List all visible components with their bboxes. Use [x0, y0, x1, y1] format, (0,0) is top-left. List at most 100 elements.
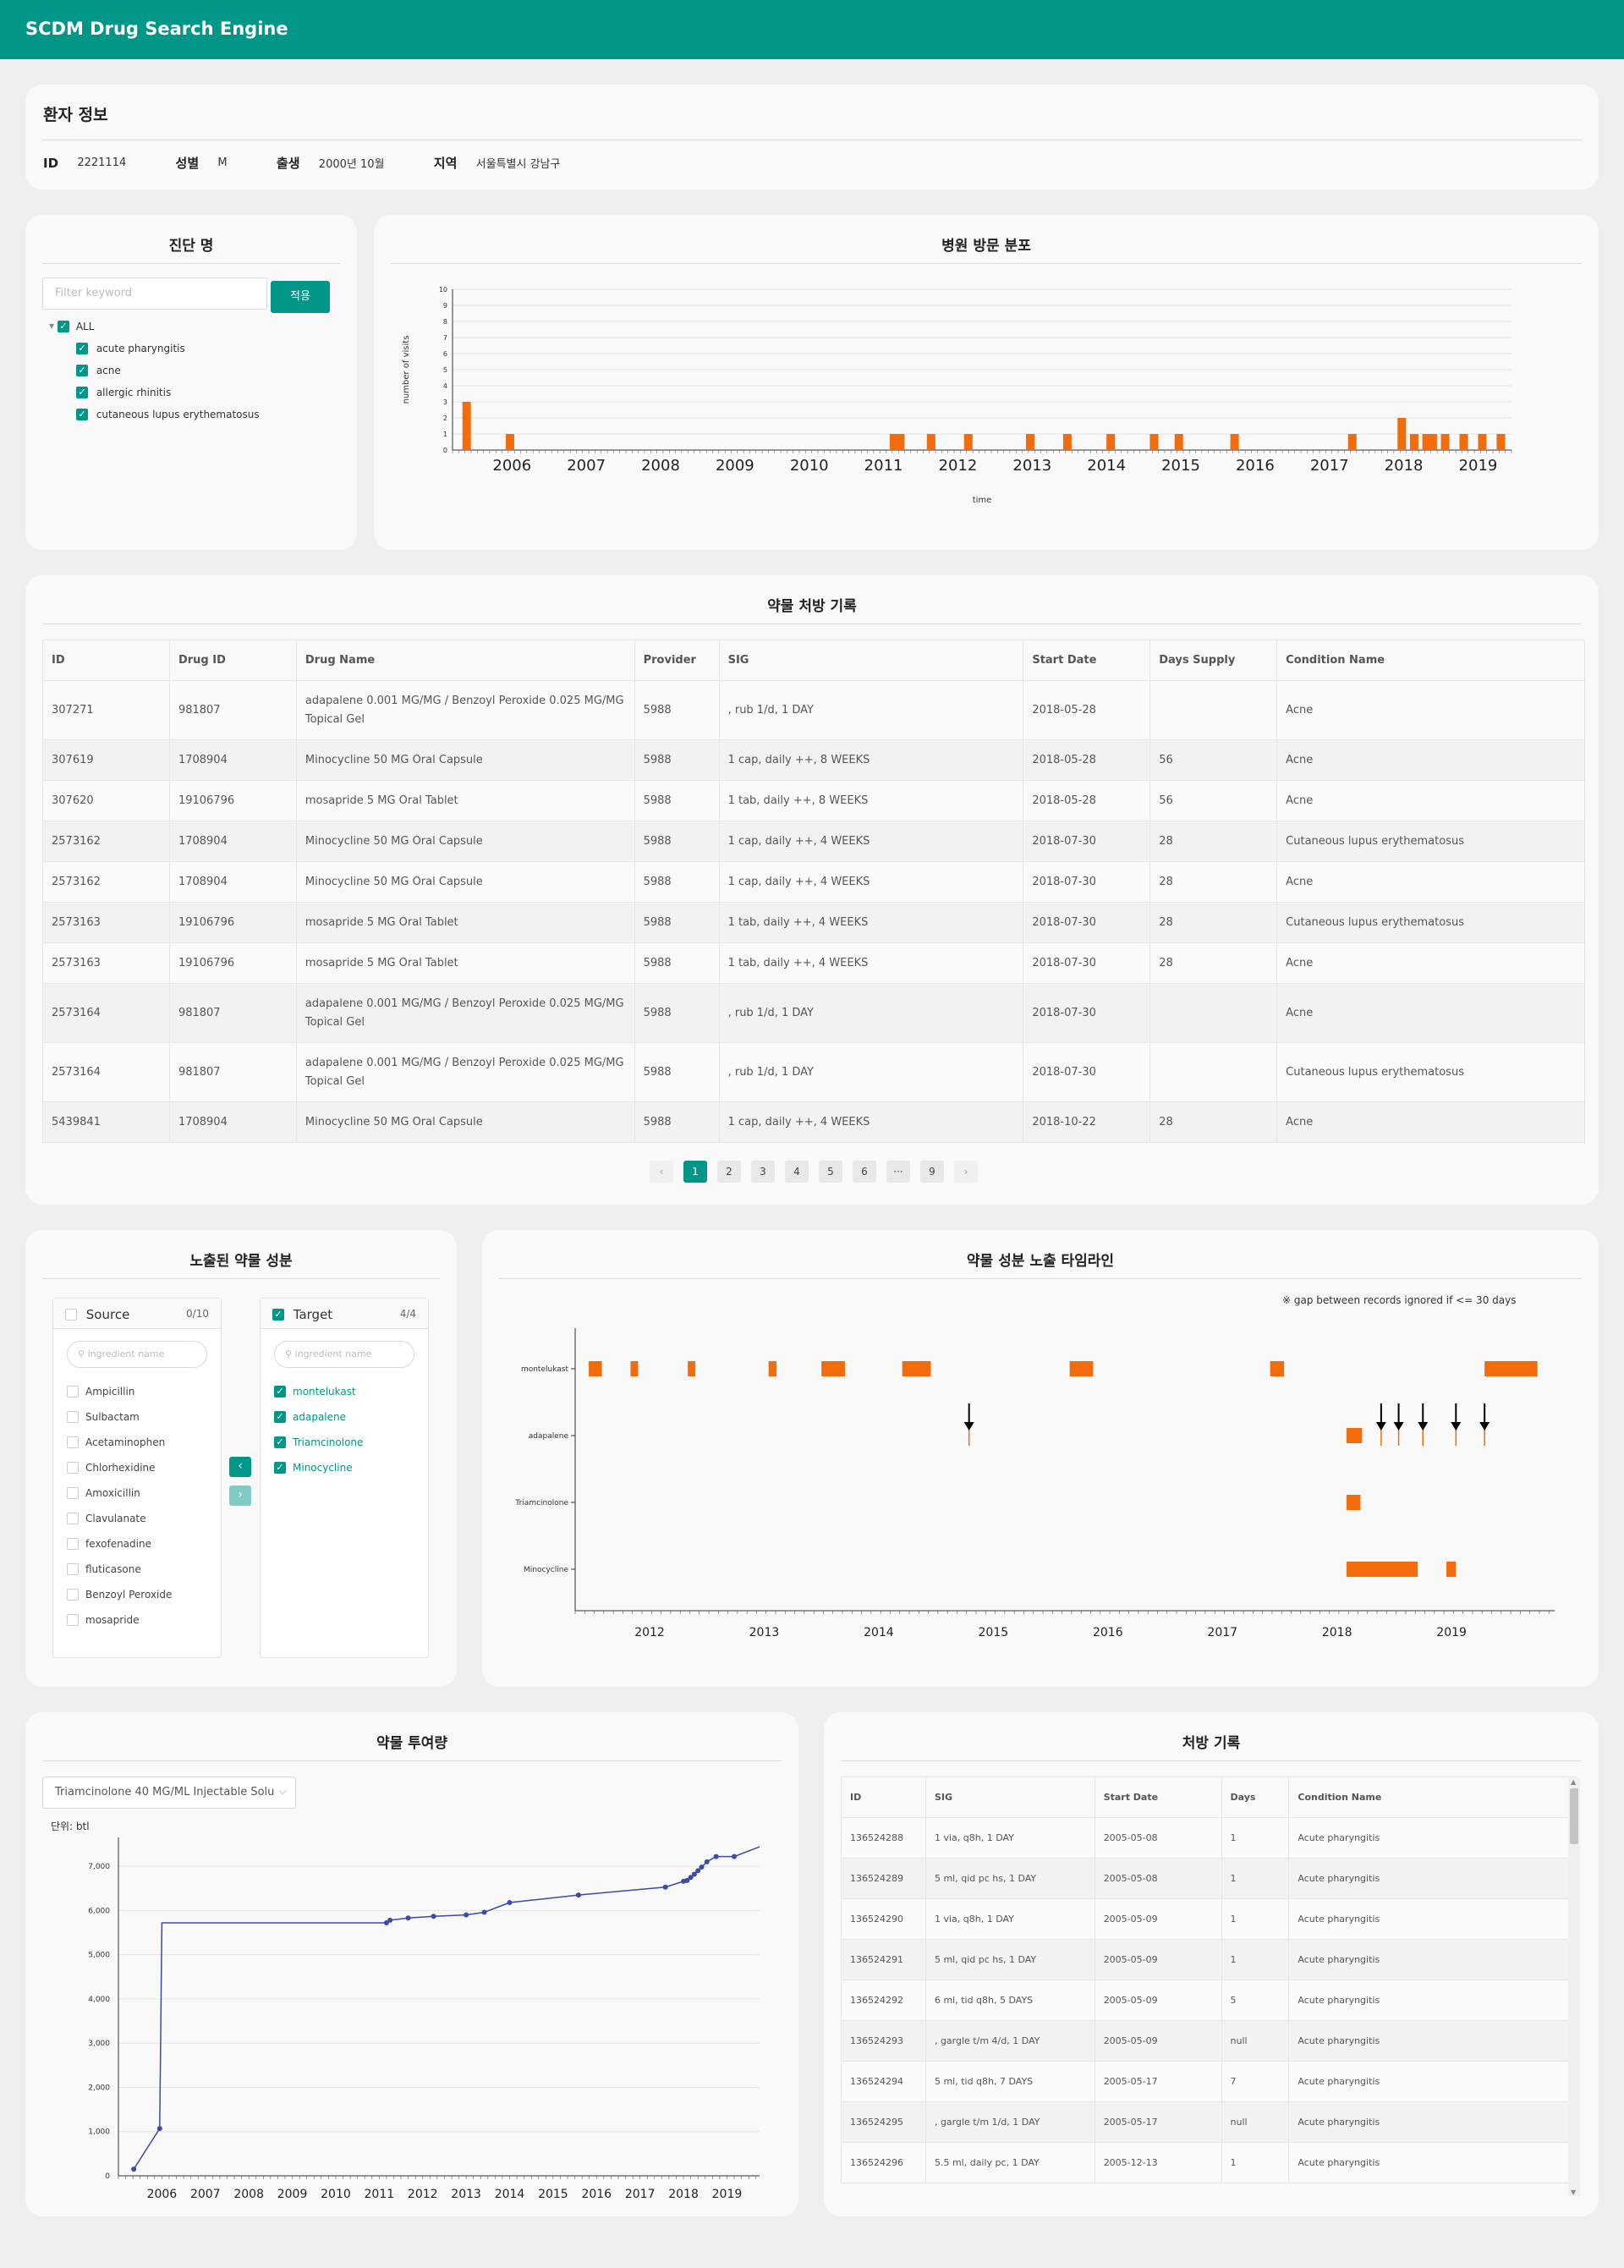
table-row[interactable]: 307619 1708904 Minocycline 50 MG Oral Caps… — [42, 739, 1585, 781]
checkbox-checked-icon[interactable]: ✓ — [274, 1461, 286, 1474]
scroll-up-icon[interactable]: ▲ — [1571, 1778, 1576, 1786]
target-search-input[interactable]: ⚲ ingredient name — [274, 1341, 414, 1368]
target-item[interactable]: ✓ Minocycline — [274, 1461, 353, 1474]
source-item[interactable]: fexofenadine — [67, 1537, 151, 1550]
page-button[interactable]: 1 — [683, 1161, 707, 1183]
checkbox-empty-icon[interactable] — [67, 1588, 79, 1601]
table-row[interactable]: 2573162 1708904 Minocycline 50 MG Oral Cap… — [42, 821, 1585, 862]
checkbox-empty-icon[interactable] — [67, 1613, 79, 1626]
source-item[interactable]: Sulbactam — [67, 1410, 140, 1423]
column-header[interactable]: Drug Name — [295, 640, 635, 681]
select-all-checkbox[interactable] — [65, 1308, 77, 1321]
table-row[interactable]: 136524291 5 ml, qid pc hs, 1 DAY 2005-05-0… — [841, 1939, 1577, 1980]
apply-button[interactable]: 적용 — [271, 281, 330, 313]
page-button[interactable]: 3 — [751, 1161, 775, 1183]
move-left-button[interactable]: ‹ — [229, 1457, 251, 1477]
table-row[interactable]: 2573164 981807 adapalene 0.001 MG/MG / Ben… — [42, 983, 1585, 1043]
visit-bar — [1496, 434, 1506, 450]
table-cell: 5 ml, tid q8h, 7 DAYS — [924, 2061, 1095, 2102]
table-cell: Acute pharyngitis — [1288, 1898, 1577, 1940]
checkbox-empty-icon[interactable] — [67, 1385, 79, 1398]
scrollbar-thumb[interactable] — [1570, 1788, 1578, 1844]
column-header[interactable]: SIG — [718, 640, 1024, 681]
checkbox-checked-icon[interactable]: ✓ — [76, 342, 88, 354]
column-header[interactable]: Drug ID — [168, 640, 297, 681]
checkbox-checked-icon[interactable]: ✓ — [274, 1436, 286, 1448]
source-search-input[interactable]: ⚲ ingredient name — [67, 1341, 207, 1368]
table-cell: 5988 — [634, 942, 720, 984]
column-header[interactable]: Condition Name — [1288, 1777, 1577, 1818]
table-row[interactable]: 5439841 1708904 Minocycline 50 MG Oral Cap… — [42, 1101, 1585, 1143]
diagnosis-tree-item[interactable]: ✓ allergic rhinitis — [76, 386, 171, 398]
page-button[interactable]: 6 — [853, 1161, 876, 1183]
checkbox-checked-icon[interactable]: ✓ — [272, 1308, 284, 1321]
table-cell: Acute pharyngitis — [1288, 1817, 1577, 1859]
checkbox-checked-icon[interactable]: ✓ — [57, 320, 69, 332]
source-item-label: Chlorhexidine — [85, 1461, 156, 1474]
scrollbar[interactable]: ▲ ▼ — [1568, 1778, 1580, 2196]
source-item[interactable]: Acetaminophen — [67, 1436, 165, 1448]
table-row[interactable]: 136524290 1 via, q8h, 1 DAY 2005-05-09 1 Acu… — [841, 1898, 1577, 1940]
checkbox-empty-icon[interactable] — [67, 1537, 79, 1550]
checkbox-checked-icon[interactable]: ✓ — [274, 1410, 286, 1423]
column-header[interactable]: Days — [1221, 1777, 1290, 1818]
table-row[interactable]: 2573163 19106796 mosapride 5 MG Oral Table… — [42, 942, 1585, 984]
target-item[interactable]: ✓ adapalene — [274, 1410, 346, 1423]
source-item[interactable]: Clavulanate — [67, 1512, 146, 1524]
table-row[interactable]: 136524292 6 ml, tid q8h, 5 DAYS 2005-05-09… — [841, 1980, 1577, 2021]
table-row[interactable]: 307271 981807 adapalene 0.001 MG/MG / Benz… — [42, 680, 1585, 740]
table-row[interactable]: 136524293, gargle t/m 4/d, 1 DAY 2005-05-… — [841, 2020, 1577, 2062]
page-button[interactable]: 9 — [920, 1161, 944, 1183]
table-row[interactable]: 136524295, gargle t/m 1/d, 1 DAY 2005-05-… — [841, 2101, 1577, 2143]
column-header[interactable]: Condition Name — [1276, 640, 1585, 681]
diagnosis-tree-item[interactable]: ✓ cutaneous lupus erythematosus — [76, 408, 260, 420]
checkbox-empty-icon[interactable] — [67, 1486, 79, 1499]
column-header[interactable]: Provider — [634, 640, 720, 681]
table-row[interactable]: 136524294 5 ml, tid q8h, 7 DAYS 2005-05-17… — [841, 2061, 1577, 2102]
column-header[interactable]: Start Date — [1094, 1777, 1222, 1818]
diagnosis-tree-item[interactable]: ✓ acute pharyngitis — [76, 342, 185, 354]
column-header[interactable]: Start Date — [1023, 640, 1151, 681]
diagnosis-filter-input[interactable]: Filter keyword — [42, 277, 267, 310]
checkbox-checked-icon[interactable]: ✓ — [274, 1385, 286, 1398]
checkbox-empty-icon[interactable] — [67, 1436, 79, 1448]
checkbox-checked-icon[interactable]: ✓ — [76, 408, 88, 420]
source-item[interactable]: Amoxicillin — [67, 1486, 140, 1499]
table-row[interactable]: 2573164 981807 adapalene 0.001 MG/MG / Ben… — [42, 1042, 1585, 1102]
table-row[interactable]: 136524296 5.5 ml, daily pc, 1 DAY 2005-12-… — [841, 2142, 1577, 2183]
column-header[interactable]: ID — [42, 640, 170, 681]
source-item[interactable]: fluticasone — [67, 1562, 141, 1575]
table-row[interactable]: 2573163 19106796 mosapride 5 MG Oral Table… — [42, 902, 1585, 943]
page-button[interactable]: 5 — [819, 1161, 842, 1183]
scroll-down-icon[interactable]: ▼ — [1571, 2188, 1576, 2196]
source-item[interactable]: Chlorhexidine — [67, 1461, 156, 1474]
diagnosis-tree-root[interactable]: ▼ ✓ ALL — [49, 320, 94, 332]
checkbox-empty-icon[interactable] — [67, 1410, 79, 1423]
move-right-button[interactable]: › — [229, 1485, 251, 1506]
table-row[interactable]: 136524289 5 ml, qid pc hs, 1 DAY 2005-05-0… — [841, 1858, 1577, 1899]
column-header[interactable]: ID — [841, 1777, 926, 1818]
source-item[interactable]: Benzoyl Peroxide — [67, 1588, 172, 1601]
checkbox-checked-icon[interactable]: ✓ — [76, 364, 88, 376]
column-header[interactable]: SIG — [924, 1777, 1095, 1818]
page-button[interactable]: ··· — [886, 1161, 910, 1183]
checkbox-empty-icon[interactable] — [67, 1562, 79, 1575]
source-item[interactable]: mosapride — [67, 1613, 140, 1626]
table-row[interactable]: 2573162 1708904 Minocycline 50 MG Oral Cap… — [42, 861, 1585, 903]
checkbox-empty-icon[interactable] — [67, 1461, 79, 1474]
page-button[interactable]: 2 — [717, 1161, 741, 1183]
column-header[interactable]: Days Supply — [1149, 640, 1278, 681]
checkbox-empty-icon[interactable] — [67, 1512, 79, 1524]
next-page-button[interactable]: › — [954, 1161, 978, 1183]
diagnosis-tree-item[interactable]: ✓ acne — [76, 364, 121, 376]
table-row[interactable]: 136524288 1 via, q8h, 1 DAY 2005-05-08 1 Acu… — [841, 1817, 1577, 1859]
checkbox-checked-icon[interactable]: ✓ — [76, 386, 88, 398]
table-cell: 19106796 — [168, 780, 297, 821]
table-row[interactable]: 307620 19106796 mosapride 5 MG Oral Tablet… — [42, 780, 1585, 821]
source-item[interactable]: Ampicillin — [67, 1385, 134, 1398]
target-item[interactable]: ✓ Triamcinolone — [274, 1436, 363, 1448]
prev-page-button[interactable]: ‹ — [650, 1161, 673, 1183]
page-button[interactable]: 4 — [785, 1161, 809, 1183]
target-item[interactable]: ✓ montelukast — [274, 1385, 356, 1398]
caret-down-icon[interactable]: ▼ — [49, 322, 54, 330]
